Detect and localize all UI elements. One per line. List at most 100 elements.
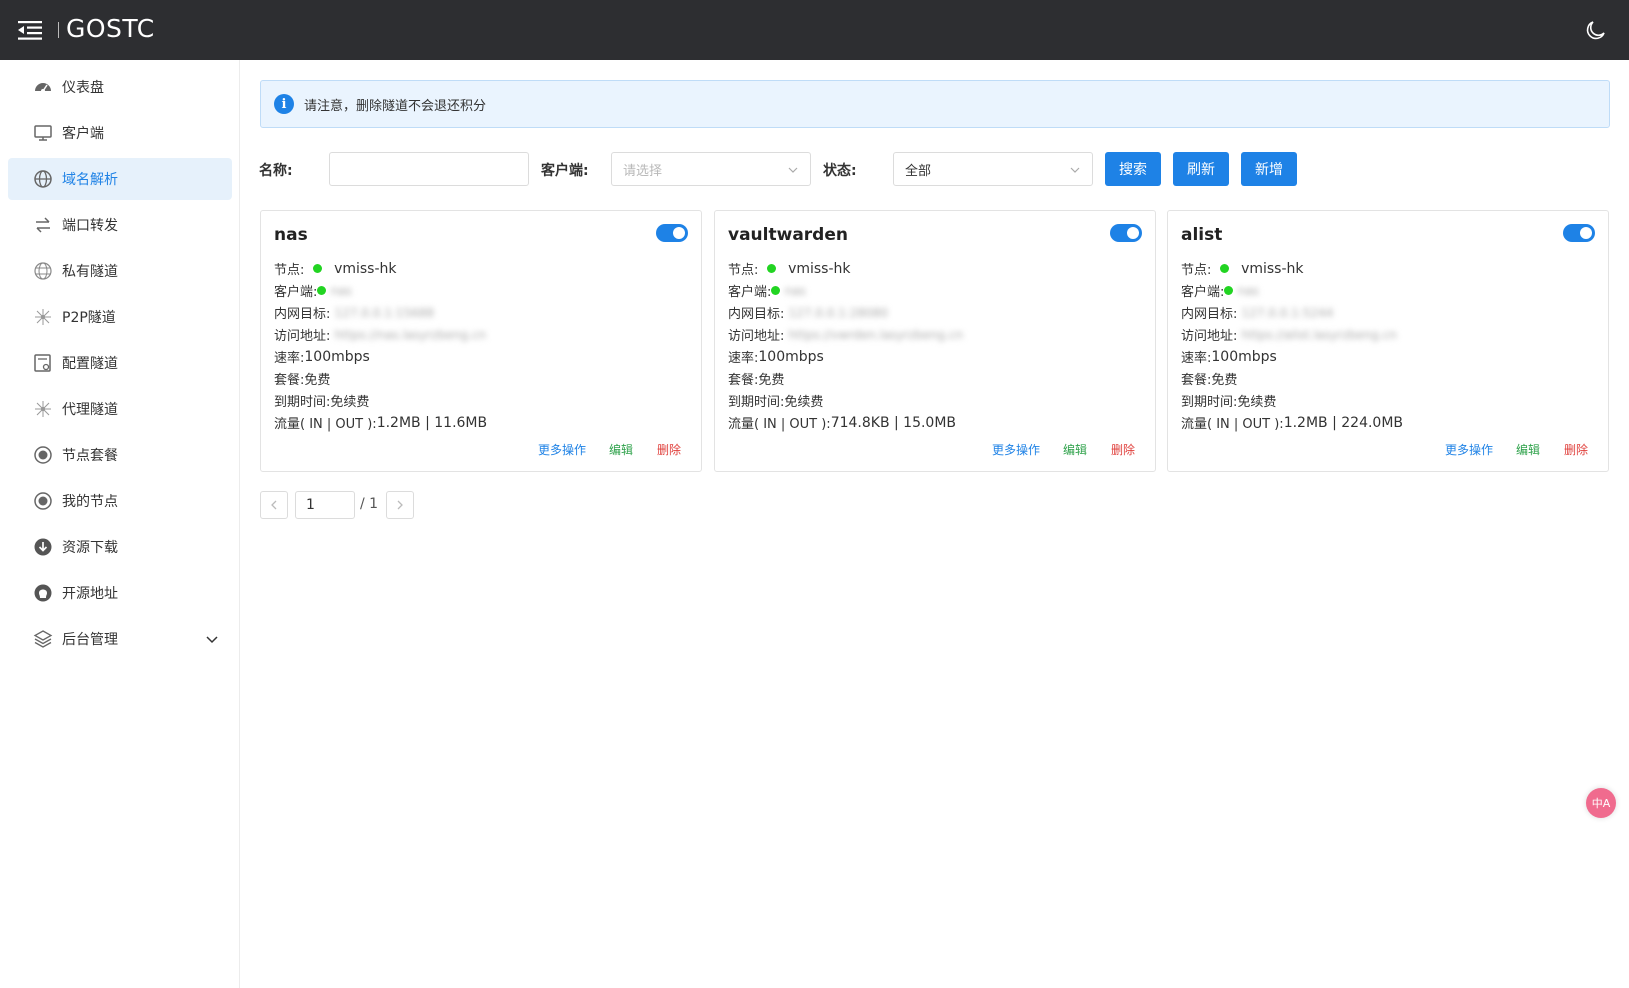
more-actions-link[interactable]: 更多操作 [538, 441, 586, 458]
sidebar-item-p2p-tunnel[interactable]: P2P隧道 [8, 296, 232, 338]
client-label: 客户端: [274, 285, 318, 300]
client-value: nas [784, 283, 806, 298]
address-label: 访问地址: [728, 329, 785, 344]
sidebar-item-private-tunnel[interactable]: 私有隧道 [8, 250, 232, 292]
sidebar-item-label: 端口转发 [62, 218, 118, 234]
sidebar-item-open-source[interactable]: 开源地址 [8, 572, 232, 614]
tunnel-card: alist 节点: vmiss-hk 客户端: nas 内网目标: 127.0.… [1167, 210, 1609, 472]
enable-toggle[interactable] [1110, 224, 1142, 242]
address-value[interactable]: https://nas.lasyrzbeng.cn [335, 328, 487, 342]
more-actions-link[interactable]: 更多操作 [1445, 441, 1493, 458]
refresh-button[interactable]: 刷新 [1173, 152, 1229, 186]
sidebar-item-label: 配置隧道 [62, 356, 118, 372]
sidebar-item-clients[interactable]: 客户端 [8, 112, 232, 154]
globe-icon [33, 169, 53, 189]
info-icon: i [274, 94, 294, 114]
network-icon [33, 399, 53, 419]
name-filter-label: 名称: [259, 163, 293, 179]
edit-link[interactable]: 编辑 [1063, 441, 1087, 458]
online-status-dot [312, 264, 322, 273]
translate-icon[interactable]: 中A [1586, 788, 1616, 818]
sidebar-item-config-tunnel[interactable]: 配置隧道 [8, 342, 232, 384]
sidebar-item-label: 我的节点 [62, 494, 118, 510]
target-value: 127.0.0.1:5244 [1241, 305, 1334, 320]
online-status-dot [766, 264, 776, 273]
enable-toggle[interactable] [656, 224, 688, 242]
chevron-right-icon [397, 500, 403, 510]
rate-value: 100mbps [304, 348, 370, 365]
sidebar-item-label: 开源地址 [62, 586, 118, 602]
address-value[interactable]: https://alist.lasyrzbeng.cn [1242, 328, 1397, 342]
plan-label: 套餐: [274, 373, 305, 388]
logo-divider [58, 22, 59, 38]
notice-text: 请注意，删除隧道不会退还积分 [304, 98, 487, 114]
target-value: 127.0.0.1:28080 [788, 305, 888, 320]
address-label: 访问地址: [1181, 329, 1238, 344]
top-bar: GOSTC [0, 0, 1629, 60]
sidebar-item-proxy-tunnel[interactable]: 代理隧道 [8, 388, 232, 430]
delete-link[interactable]: 删除 [1111, 441, 1135, 458]
address-label: 访问地址: [274, 329, 331, 344]
online-status-dot [771, 286, 781, 295]
sidebar: 仪表盘 客户端 域名解析 端口转发 私有隧道 P2P隧道 配置隧道 代理隧道 节… [0, 60, 240, 988]
enable-toggle[interactable] [1563, 224, 1595, 242]
add-button[interactable]: 新增 [1241, 152, 1297, 186]
sidebar-item-label: 后台管理 [62, 632, 118, 648]
sidebar-item-label: 私有隧道 [62, 264, 118, 280]
prev-page-button[interactable] [260, 491, 288, 519]
node-label: 节点: [1181, 263, 1212, 278]
chevron-down-icon[interactable] [204, 631, 220, 647]
expire-label: 到期时间: [728, 395, 785, 410]
name-filter-input[interactable] [329, 152, 529, 186]
circle-dot-icon [33, 491, 53, 511]
menu-fold-icon[interactable] [18, 19, 42, 41]
target-label: 内网目标: [1181, 307, 1238, 322]
status-filter-label: 状态: [823, 163, 857, 179]
edit-link[interactable]: 编辑 [609, 441, 633, 458]
github-icon [33, 583, 53, 603]
sidebar-item-node-plans[interactable]: 节点套餐 [8, 434, 232, 476]
edit-link[interactable]: 编辑 [1516, 441, 1540, 458]
traffic-label: 流量( IN | OUT ): [728, 417, 831, 432]
delete-link[interactable]: 删除 [1564, 441, 1588, 458]
expire-value: 免续费 [784, 395, 824, 410]
status-filter-select[interactable]: 全部 [893, 152, 1093, 186]
sidebar-item-my-nodes[interactable]: 我的节点 [8, 480, 232, 522]
expire-value: 免续费 [1237, 395, 1277, 410]
rate-value: 100mbps [1211, 348, 1277, 365]
sidebar-item-label: P2P隧道 [62, 310, 116, 326]
toggle-knob [1127, 227, 1139, 239]
page-number-input[interactable] [295, 491, 355, 519]
address-value[interactable]: https://vwrden.lasyrzbeng.cn [789, 328, 964, 342]
monitor-icon [33, 123, 53, 143]
expire-label: 到期时间: [274, 395, 331, 410]
swap-icon [33, 215, 53, 235]
tunnel-name: alist [1181, 225, 1223, 245]
client-filter-label: 客户端: [541, 163, 589, 179]
target-label: 内网目标: [274, 307, 331, 322]
app-title: GOSTC [66, 14, 155, 43]
next-page-button[interactable] [386, 491, 414, 519]
node-label: 节点: [728, 263, 759, 278]
traffic-value: 1.2MB | 11.6MB [376, 414, 488, 431]
sidebar-item-admin[interactable]: 后台管理 [8, 618, 232, 660]
search-button[interactable]: 搜索 [1105, 152, 1161, 186]
sidebar-item-domain[interactable]: 域名解析 [8, 158, 232, 200]
moon-icon[interactable] [1585, 19, 1607, 41]
client-filter-select[interactable]: 请选择 [611, 152, 811, 186]
sidebar-item-downloads[interactable]: 资源下载 [8, 526, 232, 568]
sidebar-item-label: 客户端 [62, 126, 104, 142]
traffic-label: 流量( IN | OUT ): [274, 417, 377, 432]
sidebar-item-label: 仪表盘 [62, 80, 104, 96]
sidebar-item-dashboard[interactable]: 仪表盘 [8, 66, 232, 108]
client-value: nas [330, 283, 352, 298]
tunnel-name: nas [274, 225, 308, 245]
delete-link[interactable]: 删除 [657, 441, 681, 458]
more-actions-link[interactable]: 更多操作 [992, 441, 1040, 458]
online-status-dot [1219, 264, 1229, 273]
plan-label: 套餐: [1181, 373, 1212, 388]
target-label: 内网目标: [728, 307, 785, 322]
rate-label: 速率: [274, 351, 305, 366]
client-label: 客户端: [1181, 285, 1225, 300]
sidebar-item-port-forward[interactable]: 端口转发 [8, 204, 232, 246]
